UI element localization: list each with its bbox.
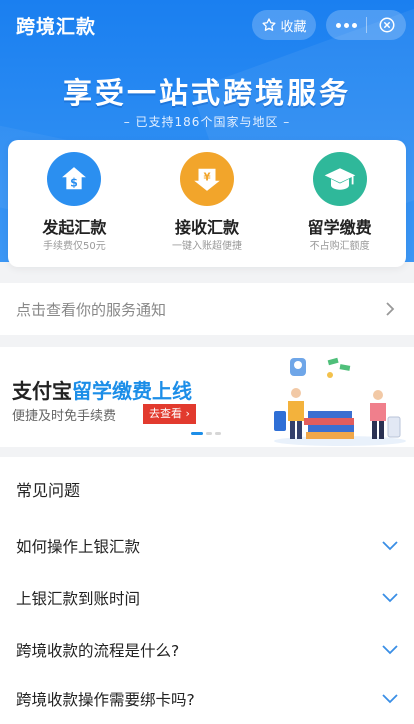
service-desc: 不占购汇额度: [309, 241, 370, 252]
receive-money-icon: ¥: [180, 152, 234, 206]
service-card: $ 发起汇款 手续费仅50元 ¥ 接收汇款 一键入账超便捷 留学缴费 不占购汇额…: [8, 140, 406, 267]
chevron-down-icon: [382, 541, 398, 551]
faq-item[interactable]: 上银汇款到账时间: [0, 571, 414, 623]
faq-question: 跨境收款的流程是什么?: [16, 642, 180, 660]
service-label: 发起汇款: [42, 218, 107, 237]
promo-subtitle: 便捷及时免手续费: [12, 409, 117, 424]
service-tuition-payment[interactable]: 留学缴费 不占购汇额度: [273, 140, 406, 267]
service-receive-remittance[interactable]: ¥ 接收汇款 一键入账超便捷: [141, 140, 274, 267]
faq-question: 如何操作上银汇款: [16, 538, 141, 556]
notification-text: 点击查看你的服务通知: [16, 301, 167, 319]
chevron-down-icon: [382, 694, 398, 704]
more-menu-icon[interactable]: [326, 22, 366, 28]
page-title: 跨境汇款: [16, 16, 97, 38]
graduation-cap-icon: [312, 152, 367, 206]
star-icon: [262, 18, 277, 31]
service-desc: 一键入账超便捷: [172, 241, 242, 252]
faq-heading: 常见问题: [16, 481, 81, 500]
svg-text:$: $: [70, 177, 78, 190]
chevron-down-icon: [382, 593, 398, 603]
banner-subtitle: – 已支持186个国家与地区 –: [123, 115, 291, 129]
mini-program-capsule: [326, 10, 406, 40]
service-send-remittance[interactable]: $ 发起汇款 手续费仅50元: [8, 140, 141, 267]
service-desc: 手续费仅50元: [42, 241, 106, 252]
faq-item[interactable]: 如何操作上银汇款: [0, 519, 414, 571]
svg-text:¥: ¥: [203, 173, 210, 184]
close-icon: [379, 17, 394, 33]
close-button[interactable]: [367, 16, 406, 34]
service-label: 留学缴费: [307, 218, 372, 237]
promo-title-highlight: 留学缴费上线: [72, 379, 192, 403]
faq-item[interactable]: 跨境收款操作需要绑卡吗?: [0, 672, 414, 724]
travel-illustration: [274, 357, 406, 446]
send-money-icon: $: [47, 152, 102, 206]
faq-question: 跨境收款操作需要绑卡吗?: [16, 691, 195, 709]
favorite-button[interactable]: 收藏: [252, 10, 316, 40]
carousel-indicator: [191, 432, 221, 435]
service-notification-row[interactable]: 点击查看你的服务通知: [0, 283, 414, 335]
service-label: 接收汇款: [175, 218, 240, 237]
promo-title-prefix: 支付宝: [12, 379, 72, 403]
top-bar: 跨境汇款 收藏: [0, 0, 414, 48]
chevron-down-icon: [382, 645, 398, 655]
banner-title: 享受一站式跨境服务: [62, 76, 351, 110]
promo-view-button[interactable]: 去查看 ›: [143, 404, 196, 424]
chevron-right-icon: [386, 302, 395, 316]
favorite-label: 收藏: [280, 19, 307, 35]
faq-item[interactable]: 跨境收款的流程是什么?: [0, 623, 414, 675]
promo-banner[interactable]: 支付宝留学缴费上线 便捷及时免手续费 去查看 ›: [0, 347, 414, 447]
faq-question: 上银汇款到账时间: [16, 590, 141, 608]
promo-title: 支付宝留学缴费上线: [12, 375, 192, 404]
faq-section: 常见问题 如何操作上银汇款 上银汇款到账时间 跨境收款的流程是什么? 跨境收款操…: [0, 457, 414, 724]
